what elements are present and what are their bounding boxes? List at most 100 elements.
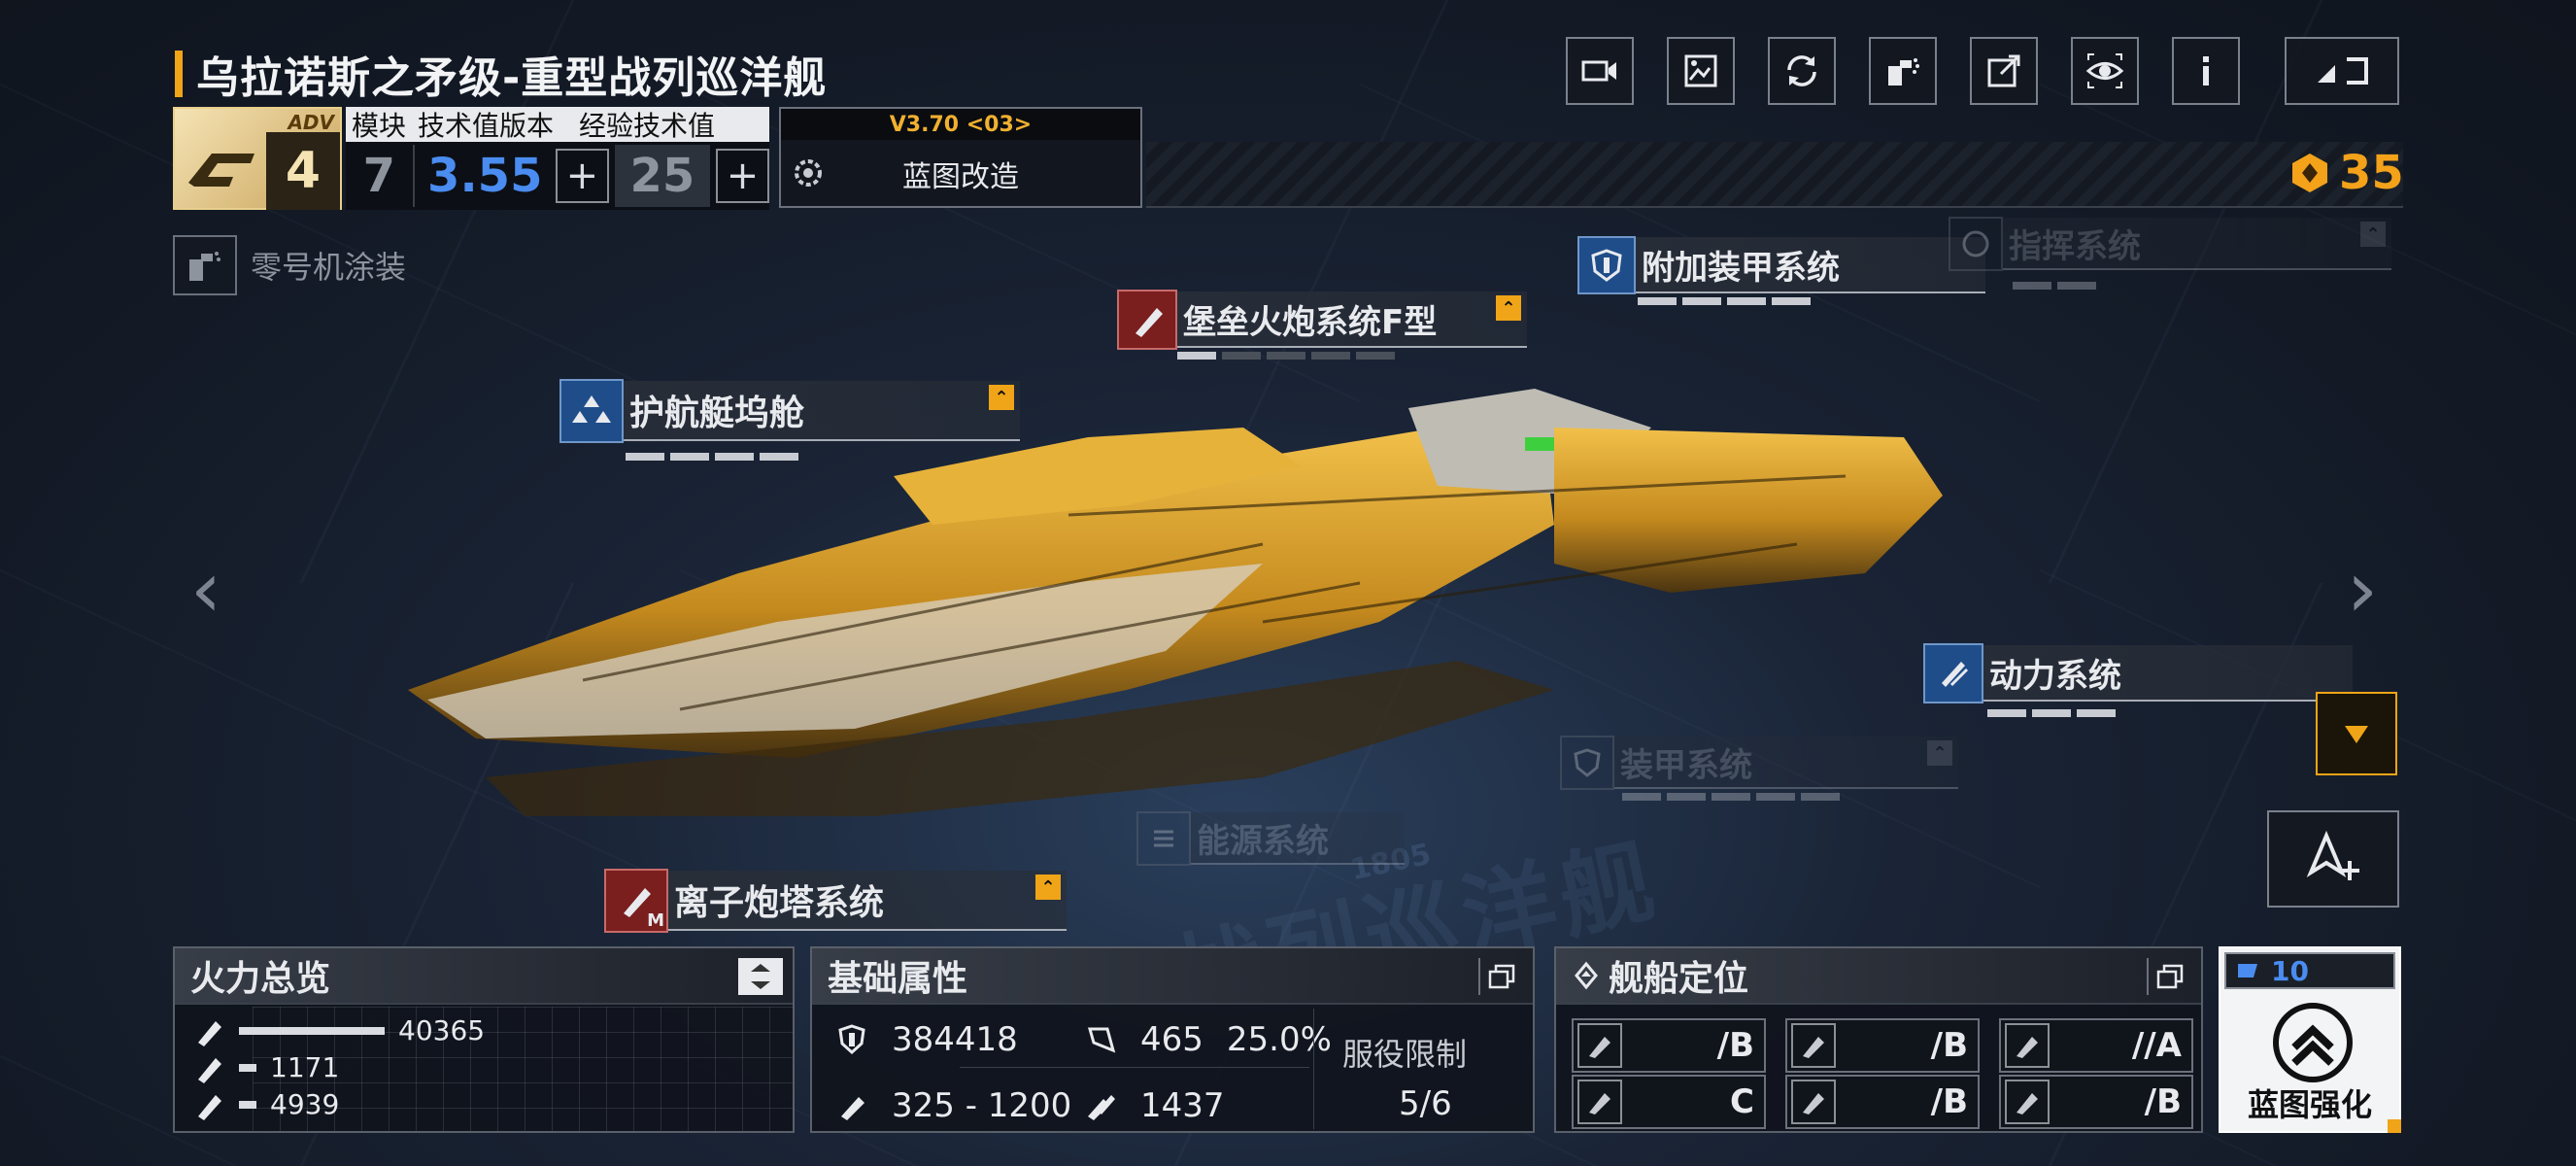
currency-icon: [2292, 154, 2327, 192]
module-energy[interactable]: 能源系统: [1136, 806, 1405, 871]
prev-ship-arrow[interactable]: ‹: [190, 544, 221, 634]
module-ion-turret[interactable]: M 离子炮塔系统 ⌃: [604, 869, 1067, 933]
positioning-panel[interactable]: 舰船定位 /B/B //A C/B/B: [1554, 946, 2203, 1133]
armor-icon: [1088, 1027, 1116, 1053]
skin-box: [173, 235, 237, 295]
module-label: 动力系统: [1983, 645, 2353, 702]
upgrade-icon: ⌃: [989, 385, 1014, 410]
armor-pct-value: 25.0%: [1226, 1020, 1332, 1059]
upgrade-rank-button[interactable]: [2267, 810, 2399, 908]
currency-badge: 35: [2288, 146, 2404, 200]
support-icon: [1577, 1080, 1622, 1124]
info-icon: [2203, 56, 2209, 86]
position-grade: //A: [2131, 1026, 2182, 1065]
open-window-icon[interactable]: [2147, 958, 2191, 995]
module-escort-dock[interactable]: 护航艇坞舱 ⌃: [559, 379, 1020, 443]
module-command[interactable]: 指挥系统 ⌃: [1949, 212, 2391, 276]
blueprint-mod-label: 蓝图改造: [902, 160, 1019, 194]
position-cell: /B: [1999, 1075, 2193, 1129]
blueprint-enhance-button[interactable]: 10 蓝图强化: [2219, 946, 2401, 1133]
module-label: 附加装甲系统: [1636, 237, 1985, 293]
ion-turret-badge: M: [647, 910, 664, 931]
fortress-cannon-levels: [1177, 352, 1395, 360]
position-icon: [1575, 961, 1598, 990]
upgrade-icon: ⌃: [1035, 874, 1061, 900]
share-icon: [1987, 54, 2020, 87]
adv-level: 4: [266, 132, 340, 210]
cannon-icon: [1117, 290, 1177, 350]
firepower-value: 40365: [398, 1014, 486, 1046]
eye-icon: [2085, 53, 2124, 88]
rotate-button[interactable]: [1768, 37, 1836, 105]
position-cell: /B: [1572, 1018, 1766, 1073]
position-cell: /B: [1785, 1075, 1980, 1129]
positioning-title: 舰船定位: [1609, 959, 1749, 999]
shield-icon: [838, 1024, 865, 1055]
col-tech-version: 技术值版本: [418, 110, 555, 142]
gallery-button[interactable]: [1667, 37, 1735, 105]
expand-icon[interactable]: [738, 958, 783, 995]
skin-selector[interactable]: 零号机涂装: [173, 235, 406, 295]
power-icon: [1923, 643, 1983, 703]
firepower-row: 40365: [194, 1014, 485, 1046]
share-button[interactable]: [1970, 37, 2038, 105]
ship-title: 乌拉诺斯之矛级-重型战列巡洋舰: [196, 53, 828, 103]
attributes-panel[interactable]: 基础属性 384418 465 25.0% 325 - 1200 1437 服役…: [810, 946, 1535, 1133]
upgrade-icon: ⌃: [2360, 222, 2386, 247]
tech-version-value: 3.55: [412, 145, 556, 207]
tech-add-button[interactable]: +: [555, 149, 609, 203]
next-ship-arrow[interactable]: ›: [2347, 544, 2378, 634]
module-fortress-cannon[interactable]: 堡垒火炮系统F型 ⌃: [1117, 288, 1527, 352]
exp-add-button[interactable]: +: [715, 149, 769, 203]
module-value: 7: [362, 149, 396, 203]
weapon-type-icon: [198, 1057, 221, 1083]
power-levels: [1987, 709, 2116, 717]
enhance-count-bar: 10: [2224, 952, 2395, 989]
position-grade: /B: [1716, 1026, 1754, 1065]
video-icon: [1581, 60, 1616, 82]
escort-dock-levels: [626, 453, 798, 461]
weapon-type-icon: [198, 1094, 221, 1120]
speed-value: 325 - 1200: [892, 1086, 1072, 1125]
collapse-button[interactable]: [2316, 692, 2397, 775]
service-limit-value: 5/6: [1399, 1084, 1452, 1123]
back-button[interactable]: [2285, 37, 2399, 105]
armor-levels: [1622, 793, 1840, 801]
paint-button[interactable]: [1869, 37, 1937, 105]
col-exp-tech: 经验技术值: [579, 110, 716, 142]
armor-value: 465: [1140, 1020, 1203, 1059]
position-cell: /B: [1785, 1018, 1980, 1073]
ion-turret-icon: M: [604, 869, 668, 933]
adv-tag: ADV: [288, 111, 334, 134]
module-label: 能源系统: [1191, 812, 1405, 865]
enhance-corner: [2388, 1119, 2401, 1133]
enhance-chevron-icon: [2273, 1003, 2353, 1082]
command-icon: [1949, 217, 2003, 271]
siege-icon: [2005, 1023, 2050, 1068]
armor-stat: 465 25.0%: [1084, 1020, 1332, 1059]
speed-icon: [841, 1097, 864, 1120]
warp-icon: [1088, 1095, 1115, 1120]
panel-header: 火力总览: [175, 948, 793, 1005]
view-button[interactable]: [2071, 37, 2139, 105]
shield-icon: [1791, 1080, 1836, 1124]
blueprint-mod-panel[interactable]: V3.70 <03> 蓝图改造: [779, 107, 1142, 208]
video-button[interactable]: [1566, 37, 1634, 105]
module-label: 指挥系统 ⌃: [2003, 218, 2391, 270]
module-label: 堡垒火炮系统F型 ⌃: [1177, 292, 1527, 348]
spray-paint-icon: [1888, 58, 1919, 86]
gallery-icon: [1684, 54, 1717, 87]
position-grade: /B: [1930, 1026, 1968, 1065]
info-button[interactable]: [2172, 37, 2240, 105]
firepower-row: 1171: [194, 1051, 339, 1083]
module-extra-armor[interactable]: 附加装甲系统: [1577, 233, 1985, 297]
module-power[interactable]: 动力系统: [1923, 641, 2353, 705]
open-window-icon[interactable]: [1478, 958, 1523, 995]
module-armor[interactable]: 装甲系统 ⌃: [1560, 731, 1958, 795]
firepower-panel[interactable]: 火力总览 40365 1171 4939: [173, 946, 795, 1133]
firepower-row: 4939: [194, 1088, 339, 1120]
repair-icon: [2005, 1080, 2050, 1124]
refresh-icon: [1787, 55, 1816, 86]
position-grade: /B: [1930, 1082, 1968, 1121]
module-label: 离子炮塔系统 ⌃: [668, 871, 1067, 931]
